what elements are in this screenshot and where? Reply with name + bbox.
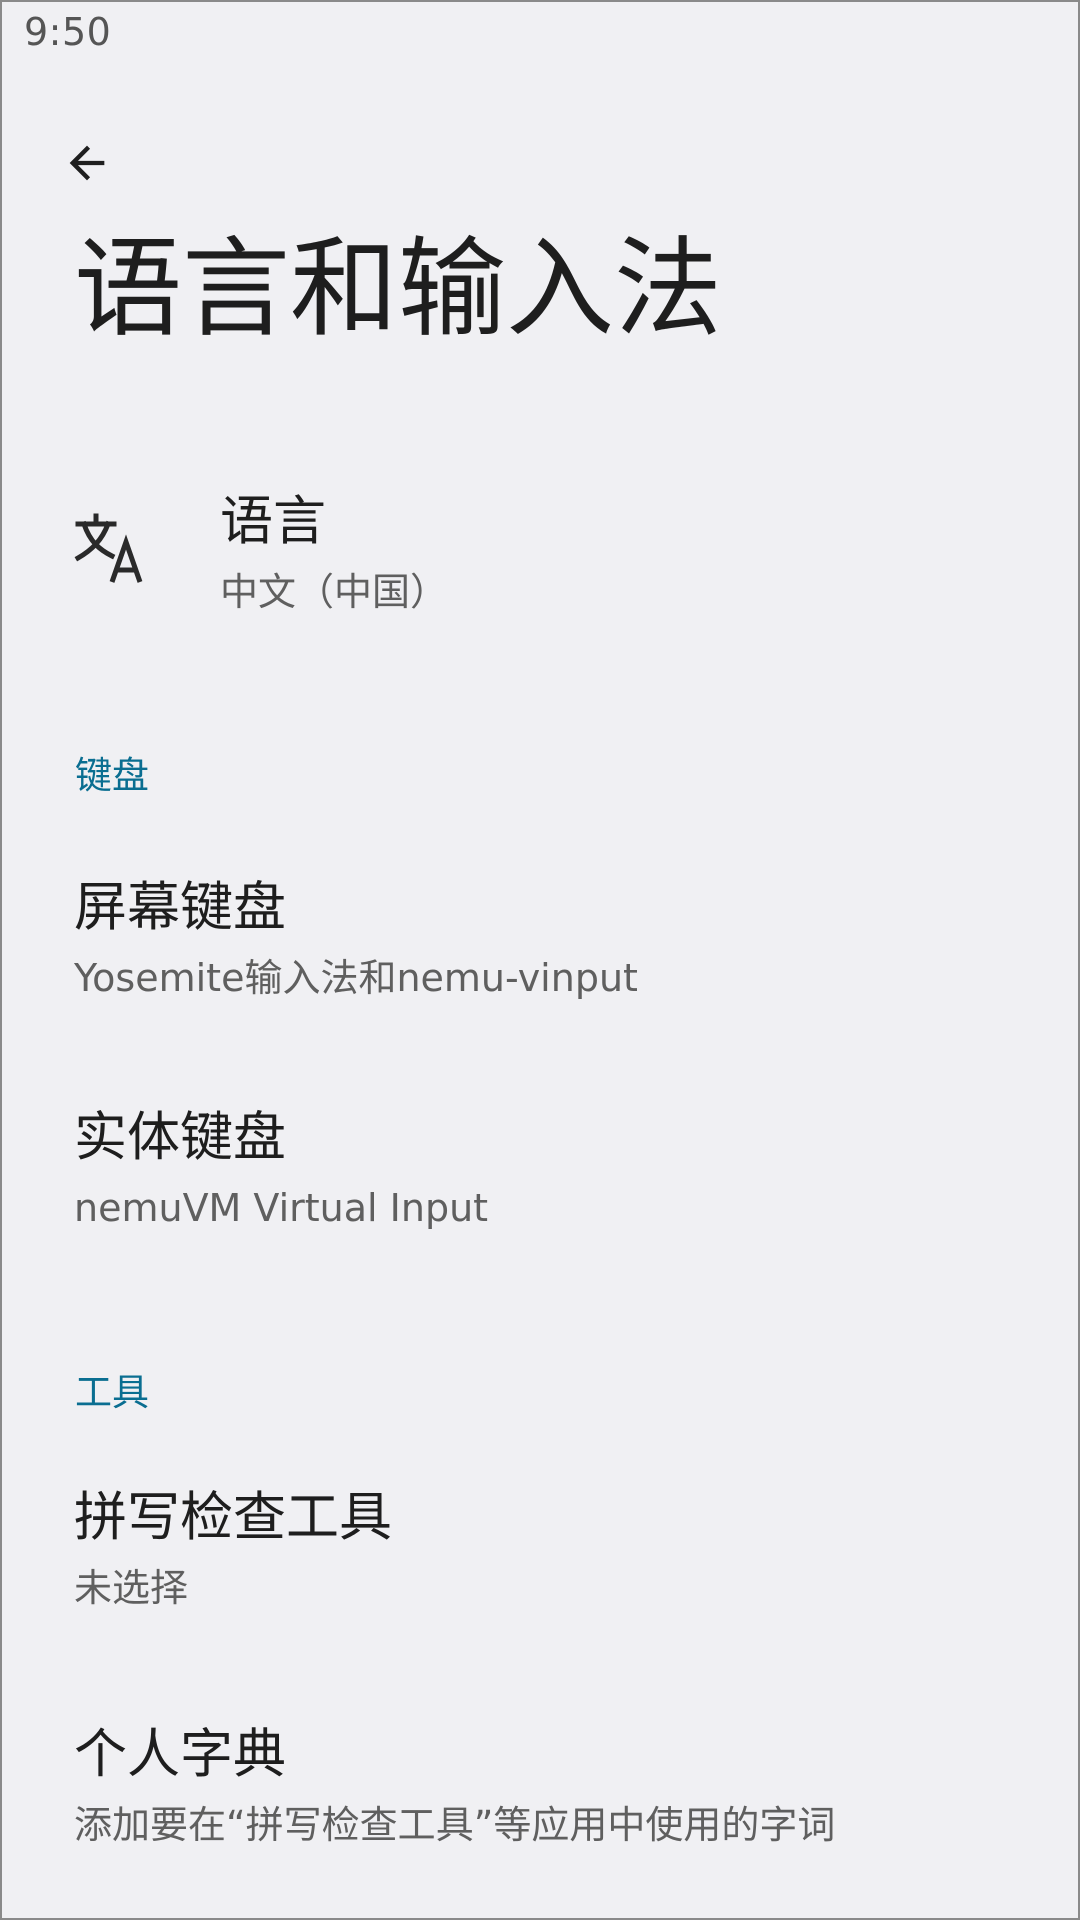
physical-keyboard-row[interactable]: 实体键盘 nemuVM Virtual Input bbox=[0, 1080, 1080, 1250]
onscreen-keyboard-title: 屏幕键盘 bbox=[74, 877, 286, 938]
spell-checker-row[interactable]: 拼写检查工具 未选择 bbox=[0, 1460, 1080, 1630]
section-header-tools: 工具 bbox=[75, 1371, 149, 1414]
language-summary: 中文（中国） bbox=[220, 570, 449, 614]
physical-keyboard-title: 实体键盘 bbox=[74, 1107, 286, 1168]
spell-checker-summary: 未选择 bbox=[74, 1566, 189, 1610]
personal-dictionary-summary: 添加要在“拼写检查工具”等应用中使用的字词 bbox=[74, 1803, 836, 1847]
back-button[interactable] bbox=[46, 122, 128, 204]
language-row[interactable] bbox=[0, 470, 1080, 630]
status-time: 9:50 bbox=[24, 10, 112, 54]
language-title: 语言 bbox=[220, 491, 326, 552]
onscreen-keyboard-summary: Yosemite输入法和nemu-vinput bbox=[74, 956, 638, 1000]
personal-dictionary-title: 个人字典 bbox=[74, 1724, 286, 1785]
physical-keyboard-summary: nemuVM Virtual Input bbox=[74, 1186, 489, 1230]
page-title: 语言和输入法 bbox=[74, 227, 723, 352]
personal-dictionary-row[interactable]: 个人字典 添加要在“拼写检查工具”等应用中使用的字词 bbox=[0, 1707, 1080, 1877]
status-bar: 9:50 bbox=[0, 0, 1080, 70]
spell-checker-title: 拼写检查工具 bbox=[74, 1487, 392, 1548]
section-header-keyboard: 键盘 bbox=[75, 754, 149, 797]
onscreen-keyboard-row[interactable]: 屏幕键盘 Yosemite输入法和nemu-vinput bbox=[0, 850, 1080, 1020]
translate-icon bbox=[74, 513, 143, 583]
arrow-left-icon bbox=[69, 145, 105, 181]
